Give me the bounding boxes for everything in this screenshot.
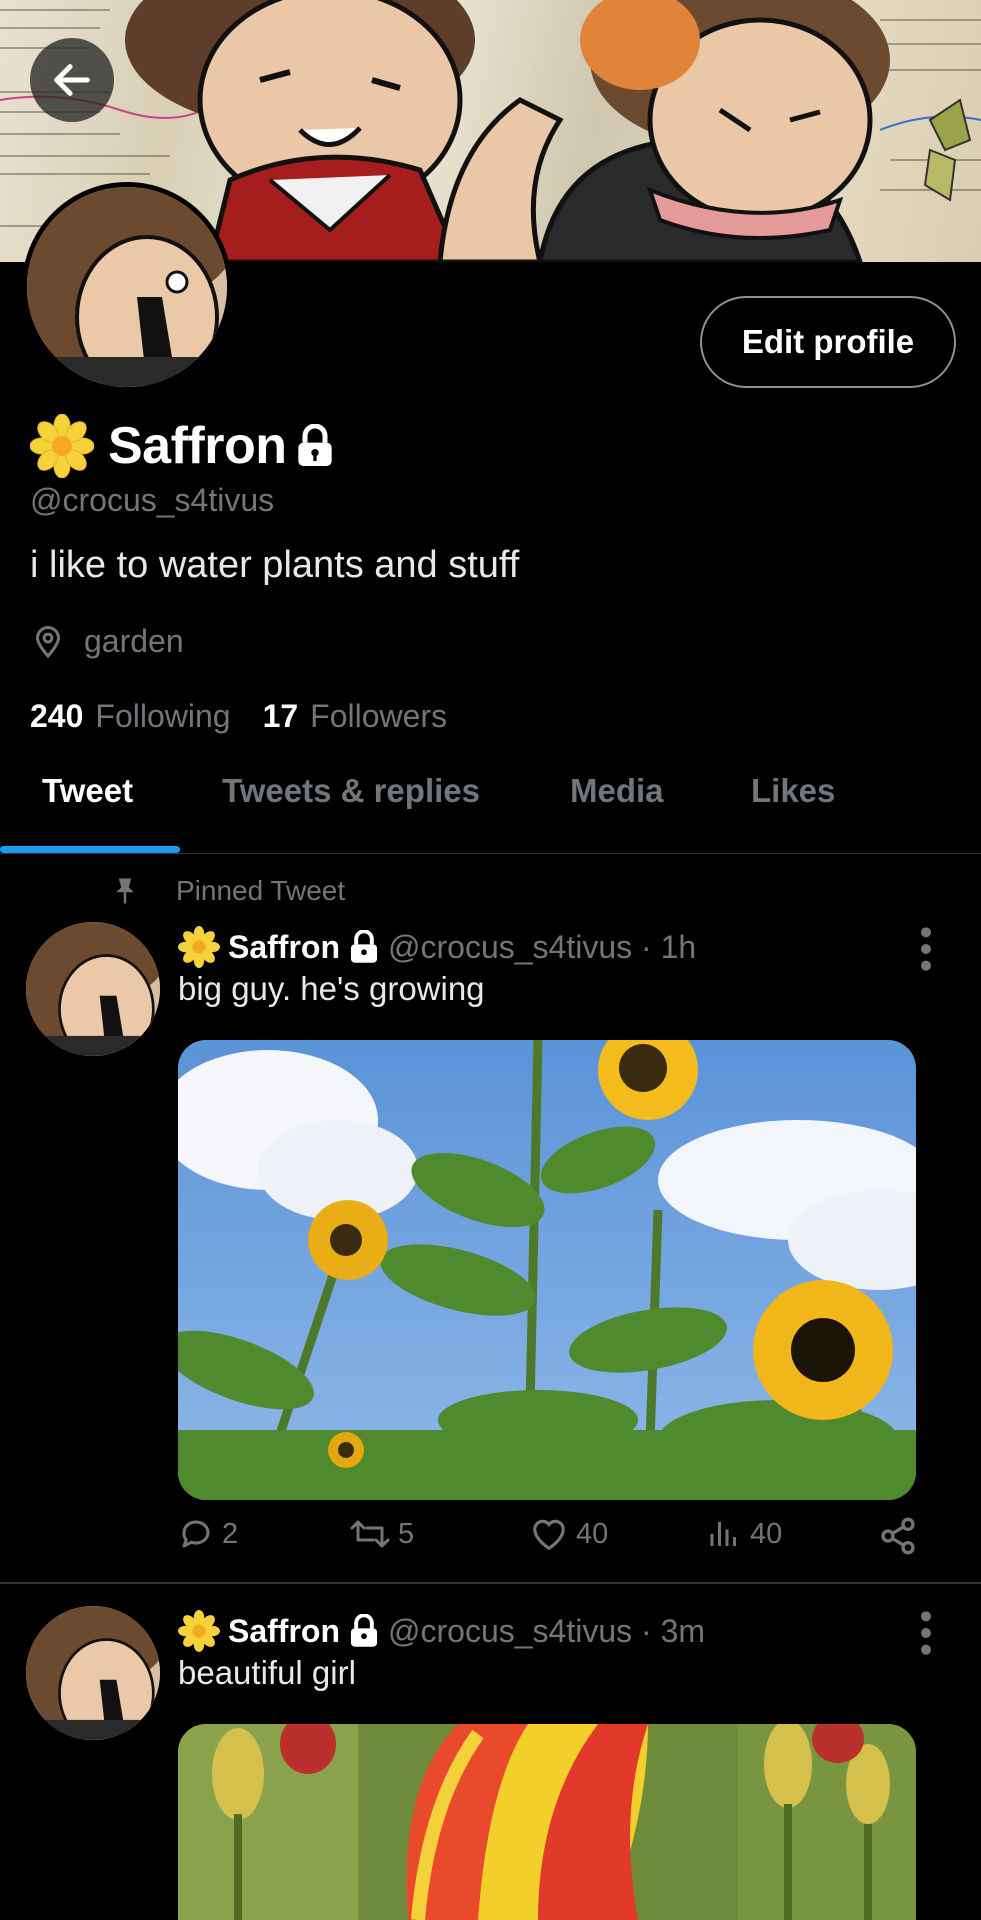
tweet-header: Saffron @crocus_s4tivus · 3m [178, 1610, 705, 1652]
profile-tabs: Tweet Tweets & replies Media Likes [0, 760, 981, 854]
tweet-avatar[interactable] [26, 922, 160, 1056]
tweet-image[interactable] [178, 1724, 916, 1920]
views-count: 40 [750, 1517, 783, 1550]
views-icon [710, 1522, 736, 1546]
tulips-photo [178, 1724, 916, 1920]
pinned-text: Pinned Tweet [176, 875, 346, 906]
location-pin-icon [35, 626, 61, 659]
tweet-divider [0, 1582, 981, 1584]
followers-count: 17 [262, 698, 299, 734]
avatar-image [26, 1606, 160, 1740]
back-arrow-icon [54, 64, 90, 96]
location-text: garden [84, 622, 184, 659]
more-icon[interactable] [908, 1608, 944, 1658]
tweet-time: 1h [660, 928, 697, 965]
tweet-image[interactable] [178, 1040, 916, 1500]
profile-name-row: Saffron [30, 414, 335, 478]
share-icon [881, 1517, 915, 1555]
edit-profile-button[interactable]: Edit profile [700, 296, 956, 388]
tweet-text: beautiful girl [178, 1654, 356, 1691]
tab-media[interactable]: Media [570, 760, 664, 810]
following-count: 240 [30, 698, 84, 734]
reply-count: 2 [222, 1517, 239, 1550]
avatar-image [26, 922, 160, 1056]
profile-location: garden [30, 622, 184, 660]
tab-tweets-replies[interactable]: Tweets & replies [222, 760, 480, 810]
lock-icon [350, 1614, 378, 1647]
sunflowers-photo [178, 1040, 916, 1500]
blossom-emoji-icon [178, 1610, 220, 1652]
active-tab-indicator [0, 846, 180, 853]
following-label: Following [95, 698, 231, 734]
followers-link[interactable]: 17 Followers [263, 698, 448, 735]
pinned-tweet-label: Pinned Tweet [110, 874, 345, 908]
like-count: 40 [576, 1517, 609, 1550]
tweet-actions: 2 5 40 40 [178, 1516, 918, 1566]
retweet-count: 5 [398, 1517, 415, 1550]
lock-icon [350, 930, 378, 963]
tweet-author-handle: @crocus_s4tivus [388, 1612, 633, 1649]
avatar-image [27, 187, 227, 387]
like-button[interactable]: 40 [530, 1516, 608, 1552]
following-link[interactable]: 240 Following [30, 698, 231, 735]
pin-icon [116, 878, 134, 904]
blossom-emoji-icon [30, 414, 94, 478]
tab-likes[interactable]: Likes [751, 760, 835, 810]
tweet-author-handle: @crocus_s4tivus [388, 928, 633, 965]
followers-label: Followers [310, 698, 448, 734]
retweet-icon [350, 1520, 390, 1548]
tweet-avatar[interactable] [26, 1606, 160, 1740]
more-icon[interactable] [908, 924, 944, 974]
tweet-text: big guy. he's growing [178, 970, 485, 1007]
tweet-header: Saffron @crocus_s4tivus · 1h [178, 926, 696, 968]
profile-display-name: Saffron [108, 417, 287, 475]
tab-tweets[interactable]: Tweet [42, 760, 133, 810]
tweet-time: 3m [660, 1612, 706, 1649]
views-button[interactable]: 40 [706, 1516, 782, 1552]
retweet-button[interactable]: 5 [350, 1516, 414, 1552]
share-button[interactable] [878, 1516, 926, 1556]
profile-bio: i like to water plants and stuff [30, 544, 520, 586]
like-icon [533, 1519, 565, 1551]
profile-handle: @crocus_s4tivus [30, 482, 275, 518]
back-button[interactable] [30, 38, 114, 122]
tweet-author-name: Saffron [228, 928, 340, 965]
profile-avatar[interactable] [22, 182, 232, 392]
lock-icon [297, 424, 332, 466]
reply-button[interactable]: 2 [178, 1516, 238, 1552]
tweet-author-name: Saffron [228, 1612, 340, 1649]
blossom-emoji-icon [178, 926, 220, 968]
follow-stats: 240 Following 17 Followers [30, 698, 447, 735]
reply-icon [182, 1520, 210, 1548]
